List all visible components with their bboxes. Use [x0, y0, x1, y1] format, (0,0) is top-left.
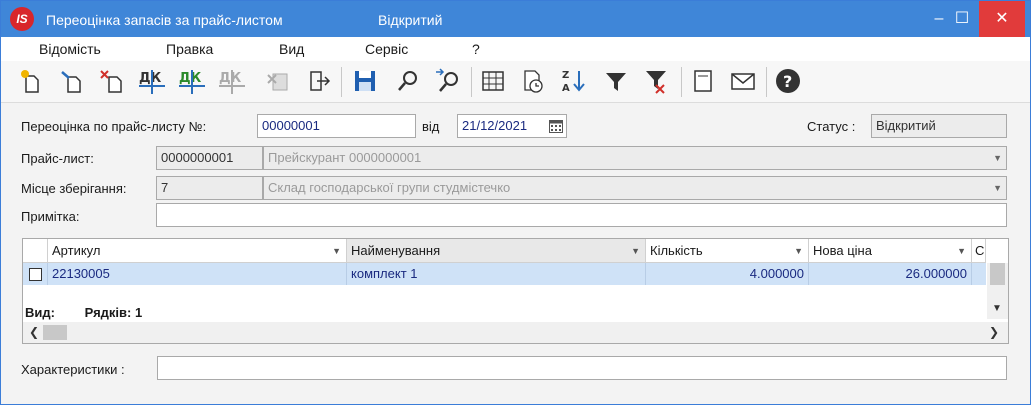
menu-servis[interactable]: Сервіс [365, 41, 408, 57]
scroll-thumb[interactable] [990, 263, 1005, 285]
toolbar-separator [341, 67, 342, 97]
toolbar-separator [471, 67, 472, 97]
window-status: Відкритий [378, 12, 443, 28]
storage-name: Склад господарської групи студмістечко [268, 180, 511, 195]
column-header-quantity[interactable]: Кількість ▼ [646, 239, 809, 263]
cell-new-price[interactable]: 26.000000 [809, 263, 972, 285]
storage-name-combo[interactable]: Склад господарської групи студмістечко ▼ [263, 176, 1007, 200]
chevron-right-icon[interactable]: ❯ [989, 325, 999, 339]
table-row[interactable]: 22130005 комплект 1 4.000000 26.000000 [23, 263, 986, 285]
cell-name[interactable]: комплект 1 [347, 263, 646, 285]
debit-credit-green-icon[interactable]: ДК [177, 66, 207, 96]
svg-text:ДК: ДК [179, 71, 202, 86]
filter-icon[interactable] [601, 66, 631, 96]
date-field[interactable]: 21/12/2021 [457, 114, 567, 138]
note-icon[interactable] [688, 66, 718, 96]
pricelist-label: Прайс-лист: [21, 151, 94, 166]
note-label: Примітка: [21, 209, 80, 224]
toolbar-separator [681, 67, 682, 97]
horizontal-scrollbar[interactable]: ❮ ❯ [23, 322, 1008, 343]
new-icon[interactable] [17, 66, 47, 96]
characteristics-label: Характеристики : [21, 362, 125, 377]
chevron-down-icon[interactable]: ▼ [992, 303, 1002, 314]
svg-text:ДК: ДК [219, 71, 242, 86]
grid-footer: Вид: Рядків: 1 [25, 305, 142, 320]
grid-header-select[interactable] [23, 239, 48, 263]
view-label: Вид: [25, 305, 55, 320]
pricelist-name: Прейскурант 0000000001 [268, 150, 422, 165]
cell-quantity[interactable]: 4.000000 [646, 263, 809, 285]
toolbar: ДК ДК ДК ZA ? [1, 61, 1030, 103]
storage-code-field[interactable]: 7 [156, 176, 263, 200]
chevron-down-icon[interactable]: ▼ [631, 239, 640, 263]
main-window: IS Переоцінка запасів за прайс-листом Ві… [0, 0, 1031, 405]
chevron-left-icon[interactable]: ❮ [29, 325, 39, 339]
delete-icon[interactable] [97, 66, 127, 96]
cross-disabled-icon [263, 66, 293, 96]
column-header-new-price[interactable]: Нова ціна ▼ [809, 239, 972, 263]
save-icon[interactable] [350, 66, 380, 96]
mail-icon[interactable] [728, 66, 758, 96]
copy-icon[interactable] [57, 66, 87, 96]
menu-help[interactable]: ? [472, 41, 480, 57]
column-header-more[interactable]: С [972, 239, 986, 263]
close-button[interactable]: ✕ [979, 1, 1025, 37]
app-logo: IS [10, 7, 34, 31]
svg-text:Z: Z [562, 70, 569, 81]
storage-label: Місце зберігання: [21, 181, 127, 196]
menu-bar: Відомість Правка Вид Сервіс ? [1, 37, 1030, 61]
svg-text:A: A [562, 83, 570, 94]
filter-clear-icon[interactable] [641, 66, 671, 96]
row-checkbox-cell[interactable] [23, 263, 48, 285]
search-next-icon[interactable] [433, 66, 463, 96]
status-label: Статус : [807, 119, 856, 134]
chevron-down-icon[interactable]: ▼ [993, 147, 1002, 169]
cell-article[interactable]: 22130005 [48, 263, 347, 285]
exit-icon[interactable] [303, 66, 333, 96]
chevron-down-icon[interactable]: ▼ [993, 177, 1002, 199]
search-icon[interactable] [393, 66, 423, 96]
sort-icon[interactable]: ZA [558, 66, 588, 96]
column-header-name[interactable]: Найменування ▼ [347, 239, 646, 263]
characteristics-field[interactable] [157, 356, 1007, 380]
history-icon[interactable] [518, 66, 548, 96]
chevron-down-icon[interactable]: ▼ [957, 239, 966, 263]
menu-pravka[interactable]: Правка [166, 41, 213, 57]
items-grid: Артикул ▼ Найменування ▼ Кількість ▼ Нова ц… [22, 238, 1009, 344]
chevron-down-icon[interactable]: ▼ [332, 239, 341, 263]
vertical-scrollbar[interactable]: ▼ [987, 263, 1008, 319]
column-header-article[interactable]: Артикул ▼ [48, 239, 347, 263]
toolbar-separator [766, 67, 767, 97]
menu-vyd[interactable]: Вид [279, 41, 304, 57]
date-value: 21/12/2021 [462, 118, 528, 133]
date-label: від [422, 119, 440, 134]
debit-credit-disabled-icon: ДК [217, 66, 247, 96]
window-title: Переоцінка запасів за прайс-листом [46, 12, 283, 28]
debit-credit-icon[interactable]: ДК [137, 66, 167, 96]
chevron-down-icon[interactable]: ▼ [794, 239, 803, 263]
svg-text:?: ? [783, 72, 792, 91]
svg-text:ДК: ДК [139, 71, 162, 86]
doc-number-field[interactable]: 00000001 [257, 114, 416, 138]
rows-count: Рядків: 1 [84, 305, 143, 320]
pricelist-name-combo[interactable]: Прейскурант 0000000001 ▼ [263, 146, 1007, 170]
help-icon[interactable]: ? [773, 66, 803, 96]
title-bar[interactable]: IS Переоцінка запасів за прайс-листом Ві… [1, 1, 1030, 37]
pricelist-code-field[interactable]: 0000000001 [156, 146, 263, 170]
menu-vidomist[interactable]: Відомість [39, 41, 101, 57]
doc-number-label: Переоцінка по прайс-листу №: [21, 119, 207, 134]
row-checkbox[interactable] [29, 268, 42, 281]
table-icon[interactable] [478, 66, 508, 96]
scroll-thumb[interactable] [43, 325, 67, 340]
note-field[interactable] [156, 203, 1007, 227]
calendar-icon[interactable] [549, 119, 563, 133]
status-field: Відкритий [871, 114, 1007, 138]
